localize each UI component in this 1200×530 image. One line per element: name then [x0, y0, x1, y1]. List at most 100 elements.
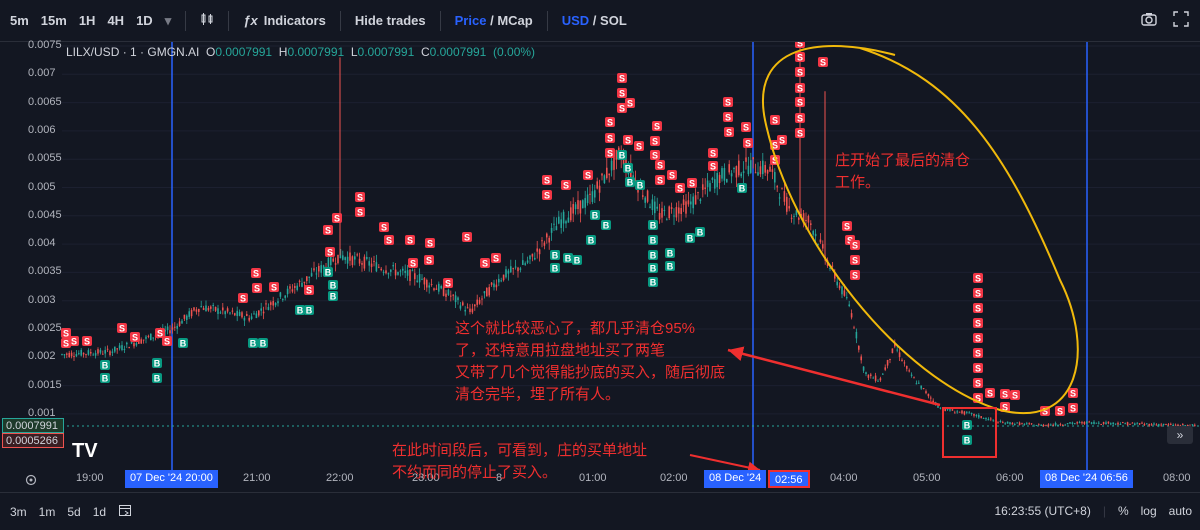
sell-marker[interactable]: S	[818, 57, 828, 68]
buy-marker[interactable]: B	[550, 250, 560, 261]
range-1d[interactable]: 1d	[87, 505, 112, 519]
interval-1h[interactable]: 1H	[73, 13, 102, 28]
sell-marker[interactable]: S	[973, 288, 983, 299]
buy-marker[interactable]: B	[648, 277, 658, 288]
buy-marker[interactable]: B	[328, 280, 338, 291]
sell-marker[interactable]: S	[462, 232, 472, 243]
sell-marker[interactable]: S	[850, 255, 860, 266]
buy-marker[interactable]: B	[962, 435, 972, 446]
sell-marker[interactable]: S	[69, 336, 79, 347]
buy-marker[interactable]: B	[323, 267, 333, 278]
sell-marker[interactable]: S	[408, 258, 418, 269]
buy-marker[interactable]: B	[100, 360, 110, 371]
sell-marker[interactable]: S	[542, 175, 552, 186]
sell-marker[interactable]: S	[82, 336, 92, 347]
sell-marker[interactable]: S	[850, 240, 860, 251]
sell-marker[interactable]: S	[973, 273, 983, 284]
range-3m[interactable]: 3m	[4, 505, 33, 519]
sell-marker[interactable]: S	[667, 170, 677, 181]
sell-marker[interactable]: S	[617, 73, 627, 84]
buy-marker[interactable]: B	[550, 263, 560, 274]
buy-marker[interactable]: B	[737, 183, 747, 194]
sell-marker[interactable]: S	[605, 117, 615, 128]
sell-marker[interactable]: S	[1010, 390, 1020, 401]
range-5d[interactable]: 5d	[61, 505, 86, 519]
interval-4h[interactable]: 4H	[101, 13, 130, 28]
sell-marker[interactable]: S	[650, 136, 660, 147]
sell-marker[interactable]: S	[741, 122, 751, 133]
sell-marker[interactable]: S	[1000, 389, 1010, 400]
buy-marker[interactable]: B	[623, 163, 633, 174]
buy-marker[interactable]: B	[695, 227, 705, 238]
sell-marker[interactable]: S	[269, 282, 279, 293]
sell-marker[interactable]: S	[625, 98, 635, 109]
buy-marker[interactable]: B	[665, 261, 675, 272]
sell-marker[interactable]: S	[795, 52, 805, 63]
sell-marker[interactable]: S	[355, 192, 365, 203]
sell-marker[interactable]: S	[252, 283, 262, 294]
sell-marker[interactable]: S	[655, 175, 665, 186]
indicators-button[interactable]: ƒx Indicators	[237, 13, 332, 28]
buy-marker[interactable]: B	[572, 255, 582, 266]
sell-marker[interactable]: S	[842, 221, 852, 232]
auto-toggle[interactable]: auto	[1169, 504, 1192, 518]
sell-marker[interactable]: S	[130, 332, 140, 343]
sell-marker[interactable]: S	[634, 141, 644, 152]
buy-marker[interactable]: B	[295, 305, 305, 316]
sell-marker[interactable]: S	[973, 333, 983, 344]
interval-dropdown-icon[interactable]: ▾	[159, 13, 178, 29]
log-toggle[interactable]: log	[1141, 504, 1157, 518]
buy-marker[interactable]: B	[617, 150, 627, 161]
sell-marker[interactable]: S	[795, 42, 805, 49]
sell-marker[interactable]: S	[973, 303, 983, 314]
buy-marker[interactable]: B	[648, 250, 658, 261]
interval-1d[interactable]: 1D	[130, 13, 159, 28]
buy-marker[interactable]: B	[563, 253, 573, 264]
scroll-right-icon[interactable]: »	[1167, 426, 1193, 444]
sell-marker[interactable]: S	[561, 180, 571, 191]
buy-marker[interactable]: B	[152, 373, 162, 384]
buy-marker[interactable]: B	[648, 263, 658, 274]
percent-toggle[interactable]: %	[1118, 504, 1129, 518]
interval-15m[interactable]: 15m	[35, 13, 73, 28]
goto-date-icon[interactable]	[112, 503, 138, 520]
buy-marker[interactable]: B	[178, 338, 188, 349]
sell-marker[interactable]: S	[491, 253, 501, 264]
buy-marker[interactable]: B	[962, 420, 972, 431]
sell-marker[interactable]: S	[675, 183, 685, 194]
sell-marker[interactable]: S	[605, 133, 615, 144]
sell-marker[interactable]: S	[605, 148, 615, 159]
sell-marker[interactable]: S	[973, 318, 983, 329]
buy-marker[interactable]: B	[152, 358, 162, 369]
buy-marker[interactable]: B	[635, 180, 645, 191]
buy-marker[interactable]: B	[648, 220, 658, 231]
sol-option[interactable]: SOL	[600, 13, 627, 28]
sell-marker[interactable]: S	[650, 150, 660, 161]
sell-marker[interactable]: S	[687, 178, 697, 189]
sell-marker[interactable]: S	[850, 270, 860, 281]
sell-marker[interactable]: S	[1068, 403, 1078, 414]
sell-marker[interactable]: S	[542, 190, 552, 201]
sell-marker[interactable]: S	[708, 148, 718, 159]
sell-marker[interactable]: S	[724, 127, 734, 138]
sell-marker[interactable]: S	[323, 225, 333, 236]
sell-marker[interactable]: S	[238, 293, 248, 304]
range-1m[interactable]: 1m	[33, 505, 62, 519]
sell-marker[interactable]: S	[355, 207, 365, 218]
sell-marker[interactable]: S	[777, 135, 787, 146]
sell-marker[interactable]: S	[117, 323, 127, 334]
sell-marker[interactable]: S	[795, 83, 805, 94]
sell-marker[interactable]: S	[443, 278, 453, 289]
buy-marker[interactable]: B	[586, 235, 596, 246]
buy-marker[interactable]: B	[328, 291, 338, 302]
settings-icon[interactable]	[25, 473, 37, 491]
sell-marker[interactable]: S	[743, 138, 753, 149]
sell-marker[interactable]: S	[325, 247, 335, 258]
sell-marker[interactable]: S	[795, 97, 805, 108]
buy-marker[interactable]: B	[248, 338, 258, 349]
camera-icon[interactable]	[1140, 10, 1158, 31]
price-mcap-toggle[interactable]: Price / MCap	[449, 13, 539, 28]
sell-marker[interactable]: S	[1068, 388, 1078, 399]
sell-marker[interactable]: S	[973, 348, 983, 359]
currency-toggle[interactable]: USD / SOL	[556, 13, 633, 28]
